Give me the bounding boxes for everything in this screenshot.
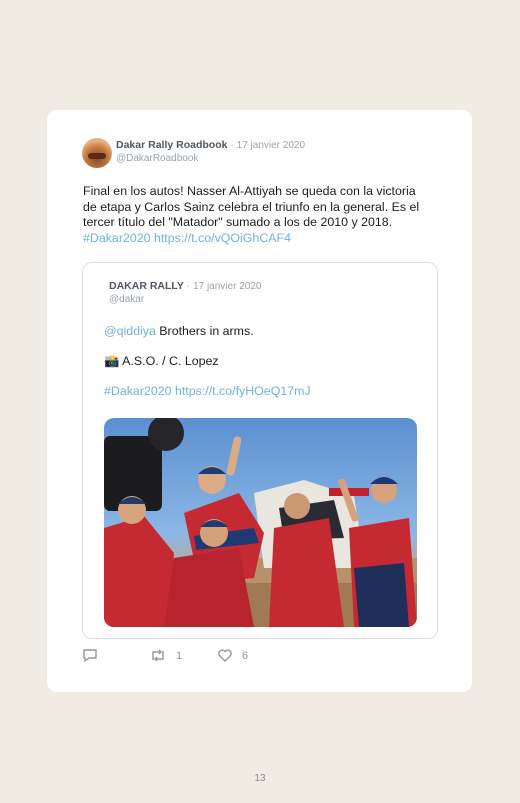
reply-icon <box>83 649 97 662</box>
tweet-header: Dakar Rally Roadbook · 17 janvier 2020 @… <box>116 139 305 165</box>
separator-dot: · <box>230 140 234 151</box>
tweet-actions: 1 6 <box>82 648 442 664</box>
like-count: 6 <box>242 649 249 662</box>
tweet-date[interactable]: 17 janvier 2020 <box>237 140 305 151</box>
author-avatar[interactable] <box>82 138 112 168</box>
tweet-text: Final en los autos! Nasser Al-Attiyah se… <box>83 184 428 246</box>
quoted-date[interactable]: 17 janvier 2020 <box>193 281 261 292</box>
quoted-author-name[interactable]: DAKAR RALLY <box>109 280 184 292</box>
page-number: 13 <box>254 773 266 784</box>
like-button[interactable]: 6 <box>217 648 248 663</box>
quoted-line-2: 📸 A.S.O. / C. Lopez <box>104 354 219 368</box>
tweet-photo[interactable] <box>104 418 417 627</box>
mention-link[interactable]: @qiddiya <box>104 324 156 338</box>
quoted-header: DAKAR RALLY · 17 janvier 2020 @dakar <box>109 280 261 306</box>
celebration-photo <box>104 418 417 627</box>
quoted-handle[interactable]: @dakar <box>109 293 261 306</box>
separator-dot: · <box>186 281 191 292</box>
quoted-hashtag-link[interactable]: #Dakar2020 <box>104 384 172 398</box>
tweet-body: Final en los autos! Nasser Al-Attiyah se… <box>83 184 420 229</box>
quoted-line-3: #Dakar2020 https://t.co/fyHOeQ17mJ <box>104 384 424 399</box>
author-handle[interactable]: @DakarRoadbook <box>116 152 305 165</box>
hashtag-link[interactable]: #Dakar2020 <box>83 231 151 245</box>
tweet-card: Dakar Rally Roadbook · 17 janvier 2020 @… <box>47 110 472 692</box>
retweet-button[interactable]: 1 <box>149 648 182 663</box>
quoted-line-1: @qiddiya Brothers in arms. <box>104 324 424 339</box>
retweet-icon <box>152 649 164 662</box>
reply-button[interactable] <box>82 648 98 663</box>
quoted-url-link[interactable]: https://t.co/fyHOeQ17mJ <box>175 384 311 398</box>
author-name[interactable]: Dakar Rally Roadbook <box>116 139 227 151</box>
retweet-count: 1 <box>176 649 183 662</box>
quoted-line-1-text: Brothers in arms. <box>159 324 254 338</box>
url-link[interactable]: https://t.co/vQOiGhCAF4 <box>154 231 291 245</box>
heart-icon <box>218 649 232 662</box>
quoted-tweet[interactable]: DAKAR RALLY · 17 janvier 2020 @dakar @qi… <box>82 262 438 639</box>
